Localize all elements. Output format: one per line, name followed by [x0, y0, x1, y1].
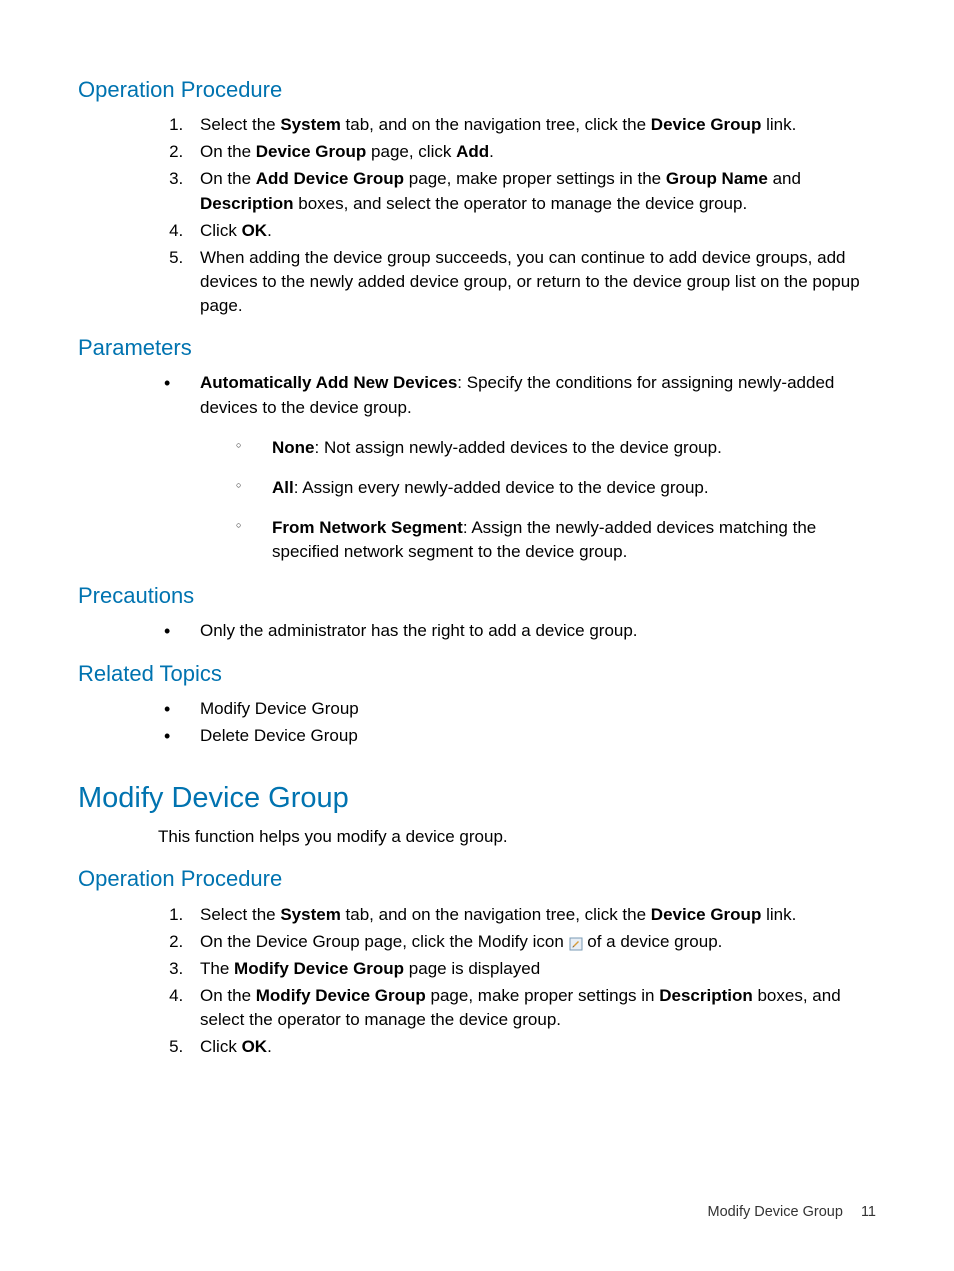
intro-text: This function helps you modify a device … — [78, 825, 876, 849]
list-item: On the Device Group page, click Add. — [188, 140, 876, 164]
page-title-modify-device-group: Modify Device Group — [78, 778, 876, 819]
list-item: Automatically Add New Devices: Specify t… — [164, 371, 876, 564]
heading-operation-procedure-2: Operation Procedure — [78, 863, 876, 894]
heading-operation-procedure-1: Operation Procedure — [78, 74, 876, 105]
heading-related-topics: Related Topics — [78, 658, 876, 689]
parameters-sublist: None: Not assign newly-added devices to … — [200, 436, 876, 565]
list-item: On the Device Group page, click the Modi… — [188, 930, 876, 954]
list-item: Click OK. — [188, 219, 876, 243]
list-item: Select the System tab, and on the naviga… — [188, 903, 876, 927]
page-number: 11 — [861, 1204, 876, 1220]
page-footer: Modify Device Group 11 — [708, 1202, 876, 1223]
list-item: Click OK. — [188, 1035, 876, 1059]
heading-precautions: Precautions — [78, 580, 876, 611]
list-item: On the Add Device Group page, make prope… — [188, 167, 876, 215]
footer-title: Modify Device Group — [708, 1204, 843, 1220]
list-item: Only the administrator has the right to … — [164, 619, 876, 643]
list-item: All: Assign every newly-added device to … — [234, 476, 876, 500]
parameters-list: Automatically Add New Devices: Specify t… — [78, 371, 876, 564]
list-item: On the Modify Device Group page, make pr… — [188, 984, 876, 1032]
heading-parameters: Parameters — [78, 332, 876, 363]
list-item: Modify Device Group — [164, 697, 876, 721]
list-item: When adding the device group succeeds, y… — [188, 246, 876, 318]
related-topics-list: Modify Device Group Delete Device Group — [78, 697, 876, 748]
precautions-list: Only the administrator has the right to … — [78, 619, 876, 643]
list-item: The Modify Device Group page is displaye… — [188, 957, 876, 981]
procedure-list-1: Select the System tab, and on the naviga… — [78, 113, 876, 318]
procedure-list-2: Select the System tab, and on the naviga… — [78, 903, 876, 1060]
list-item: Select the System tab, and on the naviga… — [188, 113, 876, 137]
list-item: Delete Device Group — [164, 724, 876, 748]
list-item: From Network Segment: Assign the newly-a… — [234, 516, 876, 564]
list-item: None: Not assign newly-added devices to … — [234, 436, 876, 460]
modify-icon — [569, 934, 583, 948]
